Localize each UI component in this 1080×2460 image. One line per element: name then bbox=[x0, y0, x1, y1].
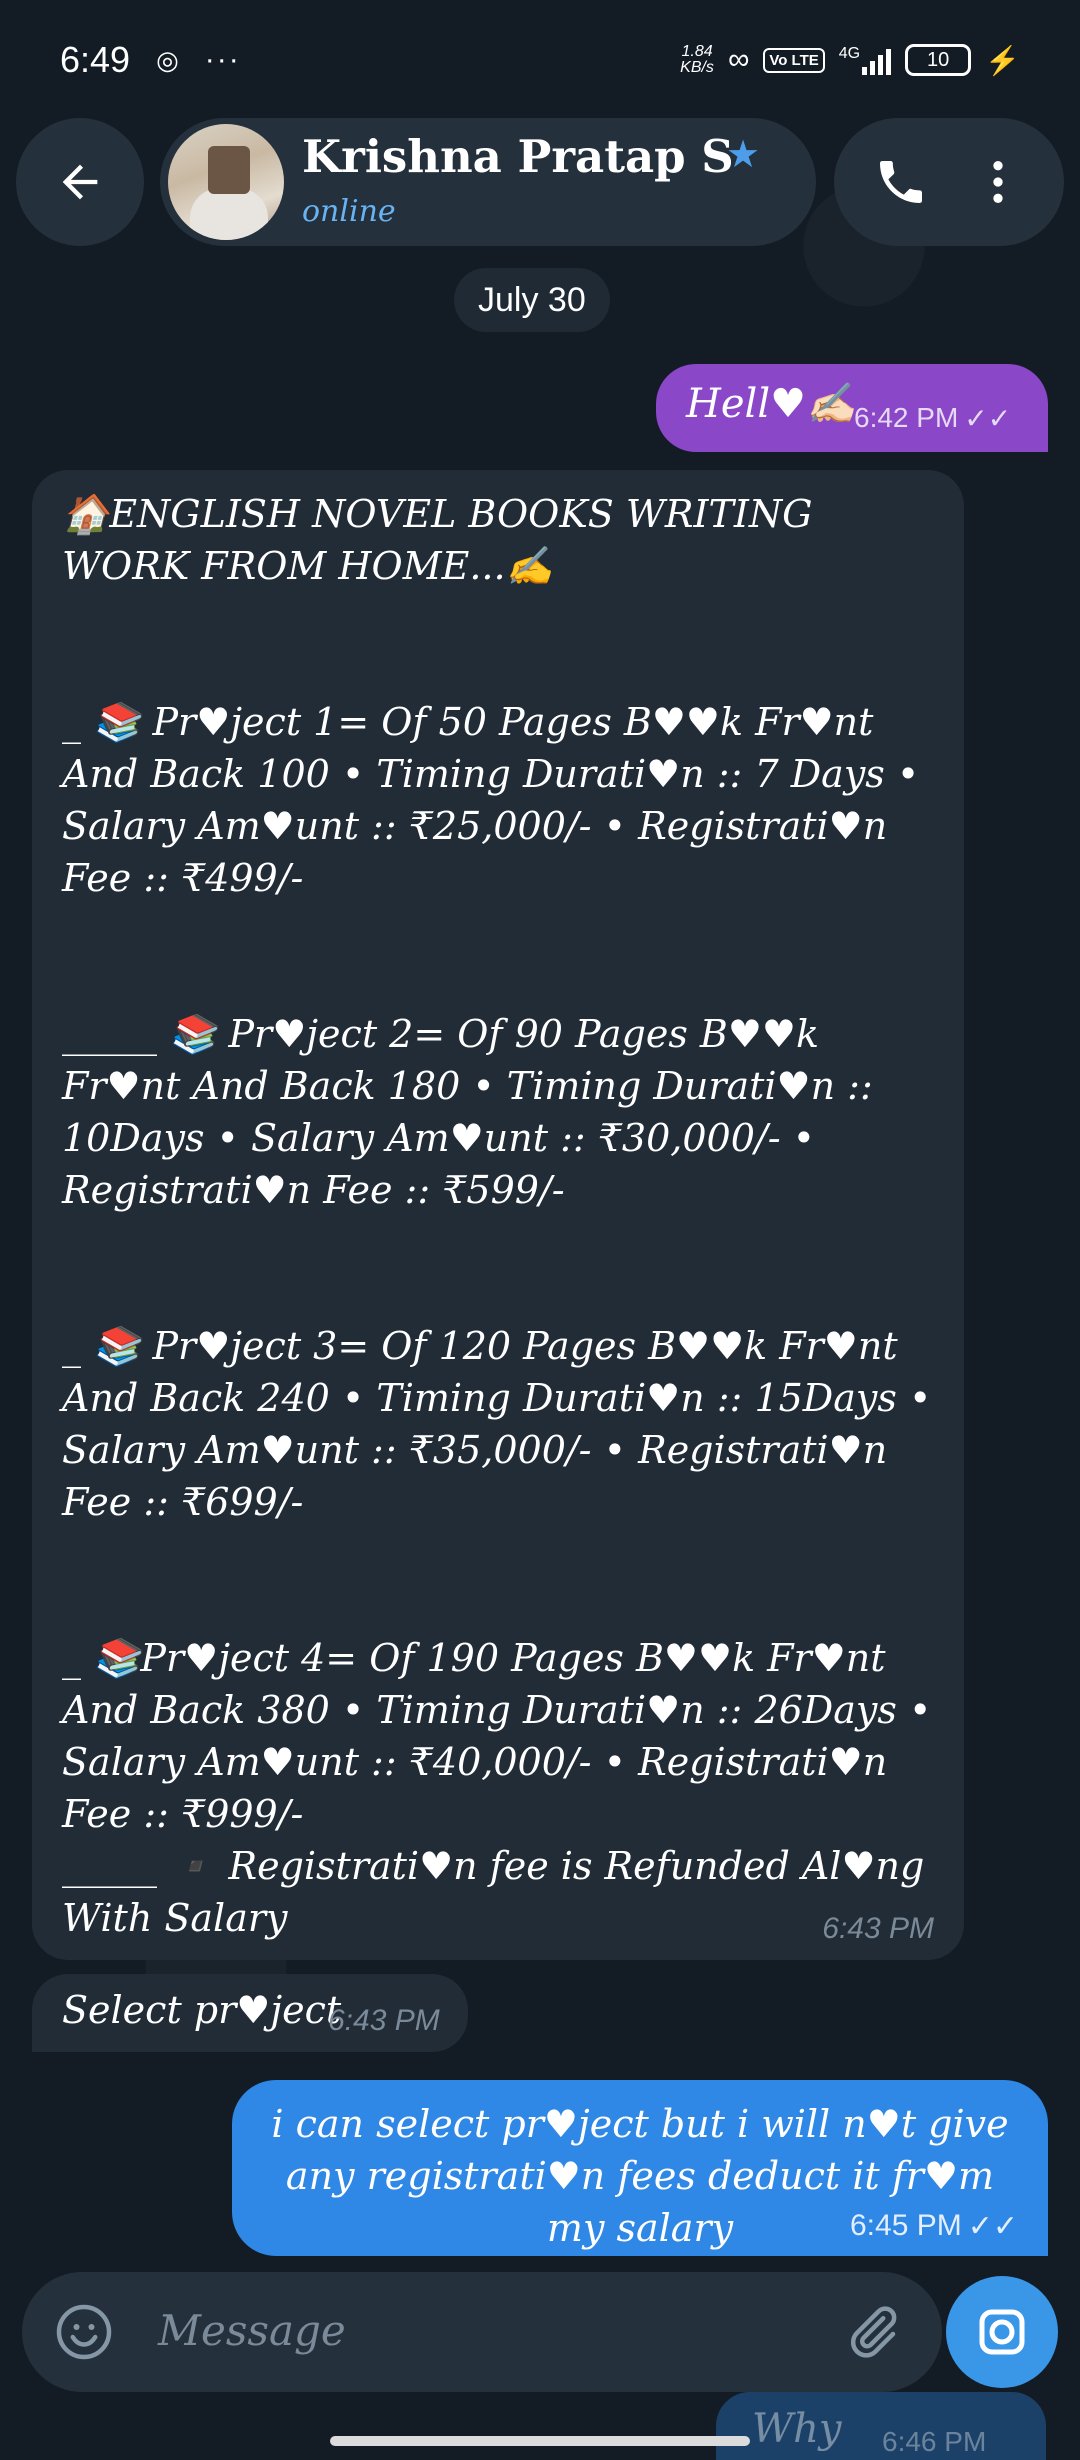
message-time: 6:46 PM bbox=[882, 2426, 987, 2457]
attach-icon[interactable] bbox=[842, 2302, 902, 2362]
message-time: 6:43 PM bbox=[822, 1912, 934, 1945]
status-time: 6:49 bbox=[60, 39, 131, 80]
avatar[interactable] bbox=[168, 124, 284, 240]
battery-icon: 10 bbox=[905, 44, 972, 76]
message-text: Select pr♥ject bbox=[62, 1988, 342, 2032]
message-time: 6:45 PM ✓✓ bbox=[849, 2209, 1018, 2244]
message-outgoing[interactable]: i can select pr♥ject but i will n♥t give… bbox=[232, 2080, 1048, 2256]
contact-name: Krishna Pratap Sin bbox=[302, 130, 732, 183]
message-time: 6:42 PM ✓✓ bbox=[854, 402, 1012, 435]
message-outgoing[interactable]: Why 6:46 PM bbox=[716, 2392, 1046, 2460]
double-check-icon: ✓✓ bbox=[964, 402, 1012, 435]
message-time: 6:43 PM bbox=[328, 2004, 440, 2037]
camera-icon bbox=[979, 2309, 1025, 2355]
star-icon: ★ bbox=[726, 132, 761, 176]
more-options-icon[interactable] bbox=[970, 154, 1026, 210]
volte-icon: Vo LTE bbox=[763, 47, 825, 73]
message-text: 🏠ENGLISH NOVEL BOOKS WRITING WORK FROM H… bbox=[62, 492, 932, 1940]
message-input[interactable]: Message bbox=[158, 2306, 346, 2355]
message-text: Hell♥✍🏻 bbox=[686, 381, 856, 427]
home-indicator[interactable] bbox=[330, 2436, 750, 2446]
header-actions bbox=[834, 118, 1064, 246]
message-input-bar[interactable]: Message bbox=[22, 2272, 942, 2392]
message-incoming[interactable]: 🏠ENGLISH NOVEL BOOKS WRITING WORK FROM H… bbox=[32, 470, 964, 1960]
contact-status: online bbox=[302, 194, 396, 229]
message-outgoing[interactable]: Hell♥✍🏻 6:42 PM ✓✓ bbox=[656, 364, 1048, 452]
contact-header[interactable]: Krishna Pratap Sin ★ online bbox=[160, 118, 816, 246]
back-arrow-icon bbox=[62, 164, 98, 200]
camera-button[interactable] bbox=[946, 2276, 1058, 2388]
whatsapp-notification-icon: ◎ bbox=[156, 44, 179, 75]
status-bar: 6:49 ◎ ··· 1.84 KB/s ∞ Vo LTE 4G 10 ⚡ bbox=[0, 0, 1080, 120]
charging-icon: ⚡ bbox=[985, 44, 1020, 76]
signal-icon: 4G bbox=[839, 45, 892, 75]
back-button[interactable] bbox=[16, 118, 144, 246]
more-notifications-icon: ··· bbox=[204, 43, 241, 76]
network-speed: 1.84 KB/s bbox=[680, 43, 714, 76]
message-incoming[interactable]: Select pr♥ject 6:43 PM bbox=[32, 1974, 468, 2052]
phone-icon[interactable] bbox=[873, 154, 929, 210]
double-check-icon: ✓✓ bbox=[967, 2209, 1018, 2244]
date-chip: July 30 bbox=[454, 268, 610, 332]
hotspot-icon: ∞ bbox=[727, 43, 750, 76]
message-text: Why bbox=[752, 2406, 842, 2452]
emoji-icon[interactable] bbox=[54, 2302, 114, 2362]
